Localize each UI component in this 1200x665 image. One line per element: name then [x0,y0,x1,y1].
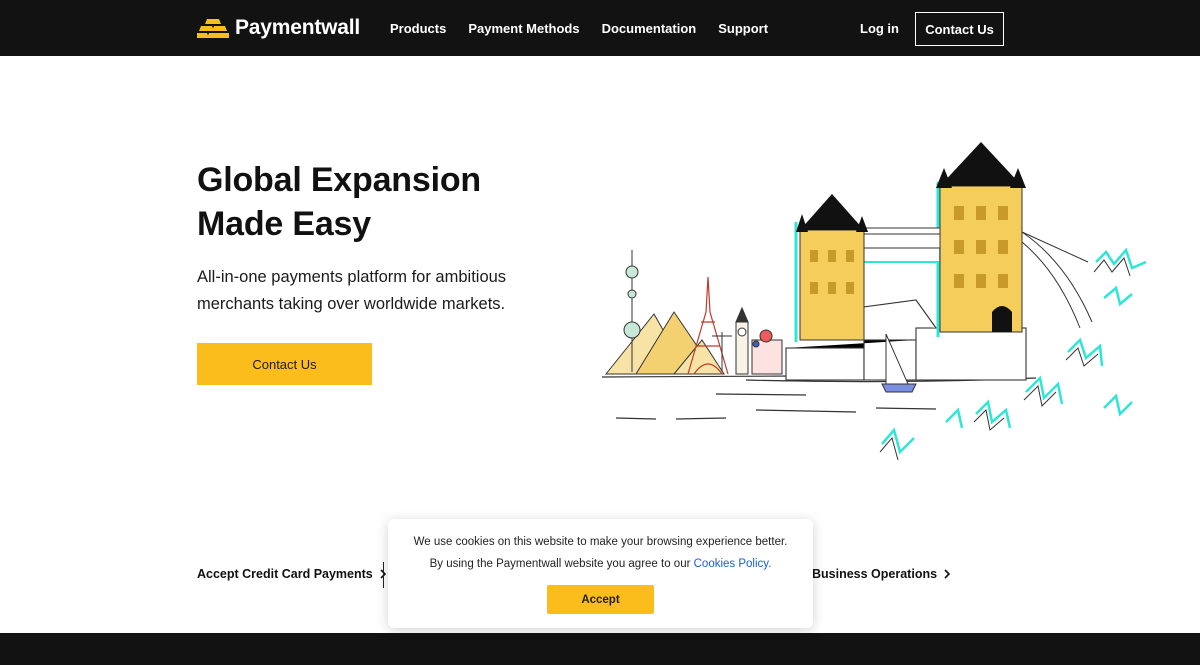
chevron-right-icon [944,569,951,579]
cookie-accept-button[interactable]: Accept [547,585,654,614]
quick-link-business-operations[interactable]: Business Operations [812,567,951,581]
top-navigation-bar: Paymentwall Products Payment Methods Doc… [0,0,1200,56]
hero-title-line-2: Made Easy [197,205,371,243]
cookie-consent-dialog: We use cookies on this website to make y… [388,519,813,628]
hero-title-line-1: Global Expansion [197,161,481,199]
cookie-agreement: By using the Paymentwall website you agr… [388,558,813,570]
hero-contact-us-button[interactable]: Contact Us [197,343,372,385]
quick-links-divider [383,562,384,588]
header-contact-us-button[interactable]: Contact Us [915,12,1004,46]
nav-support[interactable]: Support [718,21,768,36]
main-nav: Products Payment Methods Documentation S… [390,0,768,56]
cookie-message: We use cookies on this website to make y… [413,536,788,548]
hero-subtitle: All-in-one payments platform for ambitio… [197,268,507,313]
small-landmarks [712,306,783,375]
quick-link-business-operations-label: Business Operations [812,567,938,581]
ground-lines [601,375,1037,420]
quick-link-accept-credit-card-label: Accept Credit Card Payments [197,567,373,581]
gold-bars-logo-icon [197,19,229,38]
landmarks-illustration [601,142,1147,461]
nav-products[interactable]: Products [390,21,446,36]
cookie-agreement-text: By using the Paymentwall website you agr… [429,558,694,570]
nav-payment-methods[interactable]: Payment Methods [468,21,579,36]
brand-name: Paymentwall [235,16,361,39]
quick-link-accept-credit-card[interactable]: Accept Credit Card Payments [197,567,387,581]
nav-documentation[interactable]: Documentation [602,21,697,36]
brand-logo-link[interactable]: Paymentwall [197,16,360,40]
tower-bridge [794,142,1093,342]
footer-strip [0,633,1200,665]
login-link[interactable]: Log in [860,21,899,36]
hero-title: Global Expansion Made Easy [197,158,577,246]
cookies-policy-link[interactable]: Cookies Policy. [694,558,772,570]
